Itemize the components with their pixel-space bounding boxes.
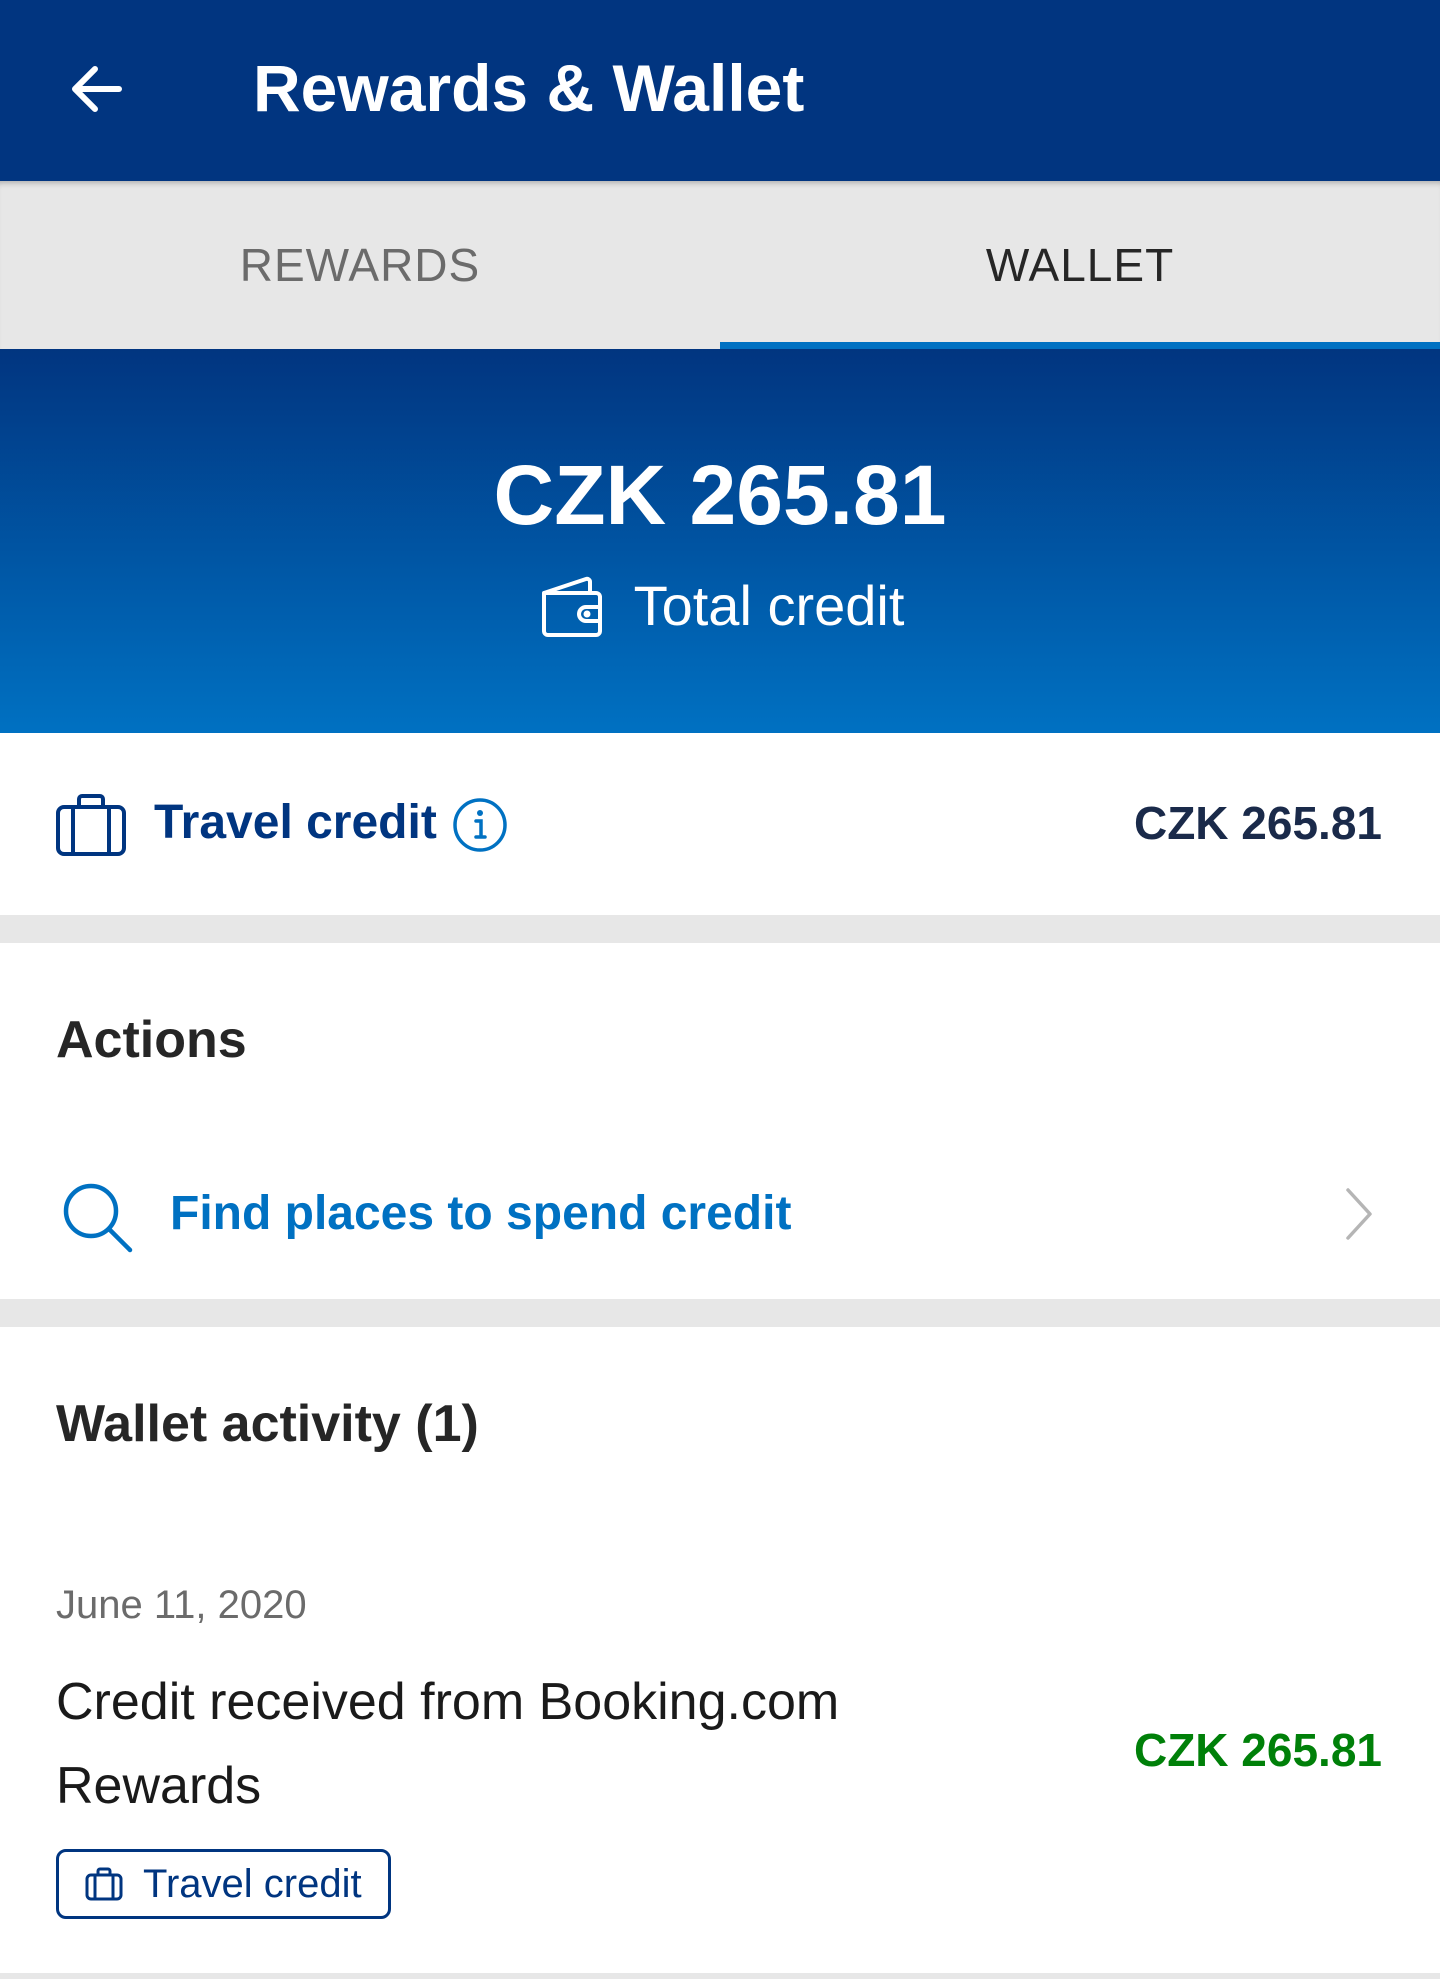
section-divider [0, 915, 1440, 943]
section-divider [0, 1299, 1440, 1327]
info-icon[interactable] [452, 797, 508, 853]
suitcase-icon [56, 794, 126, 856]
travel-credit-badge: Travel credit [56, 1849, 391, 1919]
total-credit-amount: CZK 265.81 [493, 448, 947, 542]
active-tab-indicator [720, 342, 1440, 349]
chevron-right-icon [1346, 1188, 1372, 1240]
travel-credit-amount: CZK 265.81 [1133, 797, 1382, 849]
tab-wallet-label: WALLET [985, 239, 1175, 291]
total-credit-banner: CZK 265.81 Total credit [0, 349, 1440, 733]
activity-date: June 11, 2020 [56, 1583, 307, 1627]
travel-credit-label: Travel credit [154, 796, 437, 849]
activity-amount: CZK 265.81 [1133, 1724, 1382, 1776]
actions-title: Actions [56, 1011, 247, 1069]
badge-label: Travel credit [143, 1862, 362, 1906]
tab-bar: REWARDS WALLET [0, 181, 1440, 349]
wallet-icon [541, 576, 602, 637]
tab-rewards[interactable]: REWARDS [0, 181, 720, 349]
back-button[interactable] [52, 44, 142, 134]
travel-credit-row: Travel credit CZK 265.81 [0, 733, 1440, 915]
wallet-screen: Rewards & Wallet REWARDS WALLET CZK 265.… [0, 0, 1440, 1979]
search-icon [63, 1183, 133, 1253]
find-places-action[interactable]: Find places to spend credit [0, 1150, 1440, 1280]
arrow-left-icon [72, 66, 122, 112]
tab-rewards-label: REWARDS [239, 239, 481, 291]
wallet-activity-title: Wallet activity (1) [56, 1395, 479, 1453]
find-places-label: Find places to spend credit [170, 1187, 792, 1240]
total-credit-label: Total credit [633, 574, 905, 637]
page-title: Rewards & Wallet [253, 51, 805, 125]
activity-description: Credit received from Booking.com Rewards [56, 1673, 840, 1815]
suitcase-icon [85, 1867, 123, 1901]
total-credit-caption: Total credit [0, 571, 1440, 641]
app-header: Rewards & Wallet [0, 0, 1440, 181]
tab-wallet[interactable]: WALLET [720, 181, 1440, 349]
section-divider [0, 1973, 1440, 1979]
